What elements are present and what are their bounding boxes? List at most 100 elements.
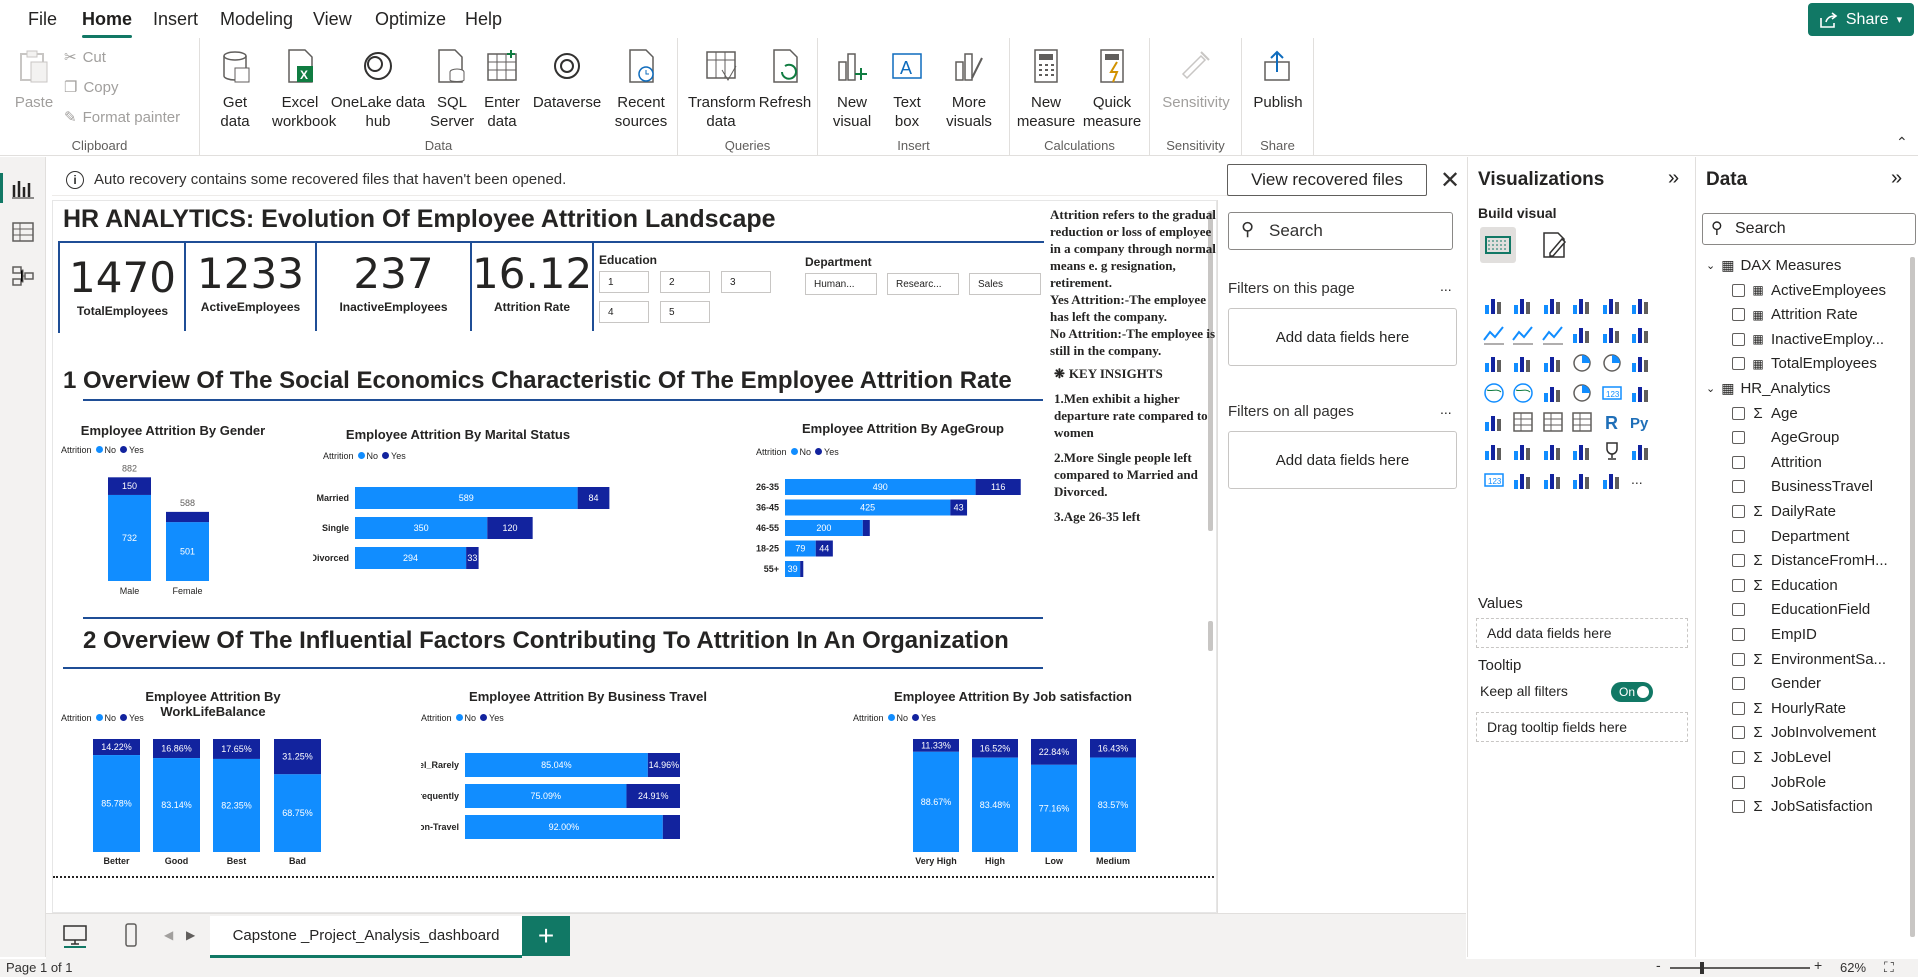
r-visual-icon[interactable]: R [1600, 410, 1624, 434]
field-item[interactable]: AgeGroup [1732, 429, 1839, 446]
text-scrollbar[interactable] [1208, 621, 1213, 651]
zoom-in-icon[interactable]: + [1814, 957, 1822, 973]
power-automate-icon[interactable] [1511, 468, 1535, 492]
pie-icon[interactable] [1570, 351, 1594, 375]
matrix-icon[interactable] [1570, 410, 1594, 434]
education-option-5[interactable]: 5 [660, 301, 710, 323]
field-item[interactable]: Σ DistanceFromH... [1732, 552, 1888, 569]
field-item[interactable]: Σ EnvironmentSa... [1732, 651, 1886, 668]
field-checkbox[interactable] [1732, 406, 1745, 420]
filters-page-dropzone[interactable]: Add data fields here [1228, 308, 1457, 366]
field-checkbox[interactable] [1732, 751, 1745, 764]
field-checkbox[interactable] [1732, 701, 1745, 715]
data-search-input[interactable]: ⚲ Search [1702, 213, 1916, 245]
line-icon[interactable] [1482, 322, 1506, 346]
build-visual-tab[interactable] [1480, 227, 1516, 263]
field-checkbox[interactable] [1732, 652, 1745, 666]
field-item[interactable]: Gender [1732, 675, 1821, 692]
model-view-icon[interactable] [11, 265, 35, 287]
filters-all-dropzone[interactable]: Add data fields here [1228, 431, 1457, 489]
field-item[interactable]: Attrition [1732, 454, 1822, 471]
report-numbers-icon[interactable]: 123 [1482, 468, 1506, 492]
treemap-icon[interactable] [1629, 351, 1653, 375]
zoom-slider[interactable] [1670, 967, 1810, 969]
onelake-button[interactable]: OneLake data hub [330, 48, 426, 131]
field-checkbox[interactable] [1732, 677, 1745, 691]
field-checkbox[interactable] [1732, 800, 1745, 814]
more-icon[interactable]: ... [1629, 468, 1653, 492]
enter-data-button[interactable]: Enter data [478, 48, 526, 131]
100pct-column-icon[interactable] [1629, 293, 1653, 317]
add-page-button[interactable]: + [522, 916, 570, 956]
arrows-icon[interactable] [1600, 468, 1624, 492]
gauge-icon[interactable] [1570, 381, 1594, 405]
fit-to-page-icon[interactable]: ⛶ [1884, 959, 1894, 976]
slicer-icon[interactable] [1511, 410, 1535, 434]
collapse-ribbon-icon[interactable]: ⌃ [1896, 134, 1908, 151]
field-item[interactable]: ▦ ActiveEmployees [1732, 282, 1886, 299]
department-option-sales[interactable]: Sales [969, 273, 1041, 295]
table-icon[interactable] [1541, 410, 1565, 434]
dataverse-button[interactable]: Dataverse [530, 48, 604, 112]
zoom-slider-thumb[interactable] [1700, 962, 1704, 974]
close-icon[interactable]: ✕ [1440, 166, 1460, 195]
trophy-icon[interactable] [1600, 439, 1624, 463]
field-item[interactable]: EmpID [1732, 626, 1817, 643]
report-view-icon[interactable] [11, 177, 35, 199]
new-visual-button[interactable]: New visual [824, 48, 880, 131]
more-visuals-button[interactable]: More visuals [934, 48, 1004, 131]
field-item[interactable]: Σ HourlyRate [1732, 700, 1846, 717]
next-page-icon[interactable]: ▶ [186, 928, 195, 942]
field-checkbox[interactable] [1732, 332, 1745, 346]
field-item[interactable]: Σ JobSatisfaction [1732, 798, 1873, 815]
menu-view[interactable]: View [313, 9, 352, 30]
tooltip-dropzone[interactable]: Drag tooltip fields here [1476, 712, 1688, 742]
line-clustered-icon[interactable] [1600, 322, 1624, 346]
area-icon[interactable] [1511, 322, 1535, 346]
sensitivity-button[interactable]: Sensitivity [1160, 48, 1232, 112]
share-button[interactable]: Share ▾ [1808, 3, 1914, 36]
multi-row-card-icon[interactable] [1629, 381, 1653, 405]
recent-sources-button[interactable]: Recent sources [608, 48, 674, 131]
more-options-icon[interactable]: ... [1440, 401, 1452, 417]
field-checkbox[interactable] [1732, 480, 1745, 494]
publish-button[interactable]: Publish [1250, 48, 1306, 112]
filter-search-input[interactable]: ⚲ Search [1228, 212, 1453, 250]
field-checkbox[interactable] [1732, 283, 1745, 297]
collapse-data-pane-icon[interactable]: » [1891, 167, 1902, 190]
field-item[interactable]: JobRole [1732, 774, 1826, 791]
clustered-bar-icon[interactable] [1541, 293, 1565, 317]
field-checkbox[interactable] [1732, 578, 1745, 592]
refresh-button[interactable]: Refresh [758, 48, 812, 112]
text-box-button[interactable]: A Text box [882, 48, 932, 131]
scatter-icon[interactable] [1541, 351, 1565, 375]
100pct-bar-icon[interactable] [1600, 293, 1624, 317]
transform-data-button[interactable]: Transform data [688, 48, 756, 131]
waterfall-icon[interactable] [1482, 351, 1506, 375]
copy-button[interactable]: ❐ Copy [64, 78, 118, 97]
field-checkbox[interactable] [1732, 529, 1745, 543]
education-option-3[interactable]: 3 [721, 271, 771, 293]
field-item[interactable]: Σ Age [1732, 405, 1798, 422]
python-visual-icon[interactable]: Py [1629, 410, 1653, 434]
keep-filters-toggle[interactable]: On [1611, 682, 1653, 702]
cut-button[interactable]: ✂ Cut [64, 48, 106, 67]
qa-icon[interactable] [1570, 439, 1594, 463]
paginated-icon[interactable] [1629, 439, 1653, 463]
menu-file[interactable]: File [28, 9, 57, 30]
azure-map-icon[interactable] [1541, 381, 1565, 405]
funnel-icon[interactable] [1511, 351, 1535, 375]
field-item[interactable]: Department [1732, 528, 1849, 545]
field-checkbox[interactable] [1732, 726, 1745, 740]
zoom-out-icon[interactable]: - [1656, 957, 1661, 973]
field-item[interactable]: BusinessTravel [1732, 478, 1873, 495]
map-icon[interactable] [1482, 381, 1506, 405]
field-checkbox[interactable] [1732, 775, 1745, 789]
mobile-layout-icon[interactable] [124, 922, 138, 948]
get-data-button[interactable]: Get data [210, 48, 260, 131]
field-checkbox[interactable] [1732, 628, 1745, 641]
excel-workbook-button[interactable]: X Excel workbook [272, 48, 336, 131]
menu-modeling[interactable]: Modeling [220, 9, 293, 30]
field-checkbox[interactable] [1732, 308, 1745, 322]
power-apps-icon[interactable] [1541, 468, 1565, 492]
